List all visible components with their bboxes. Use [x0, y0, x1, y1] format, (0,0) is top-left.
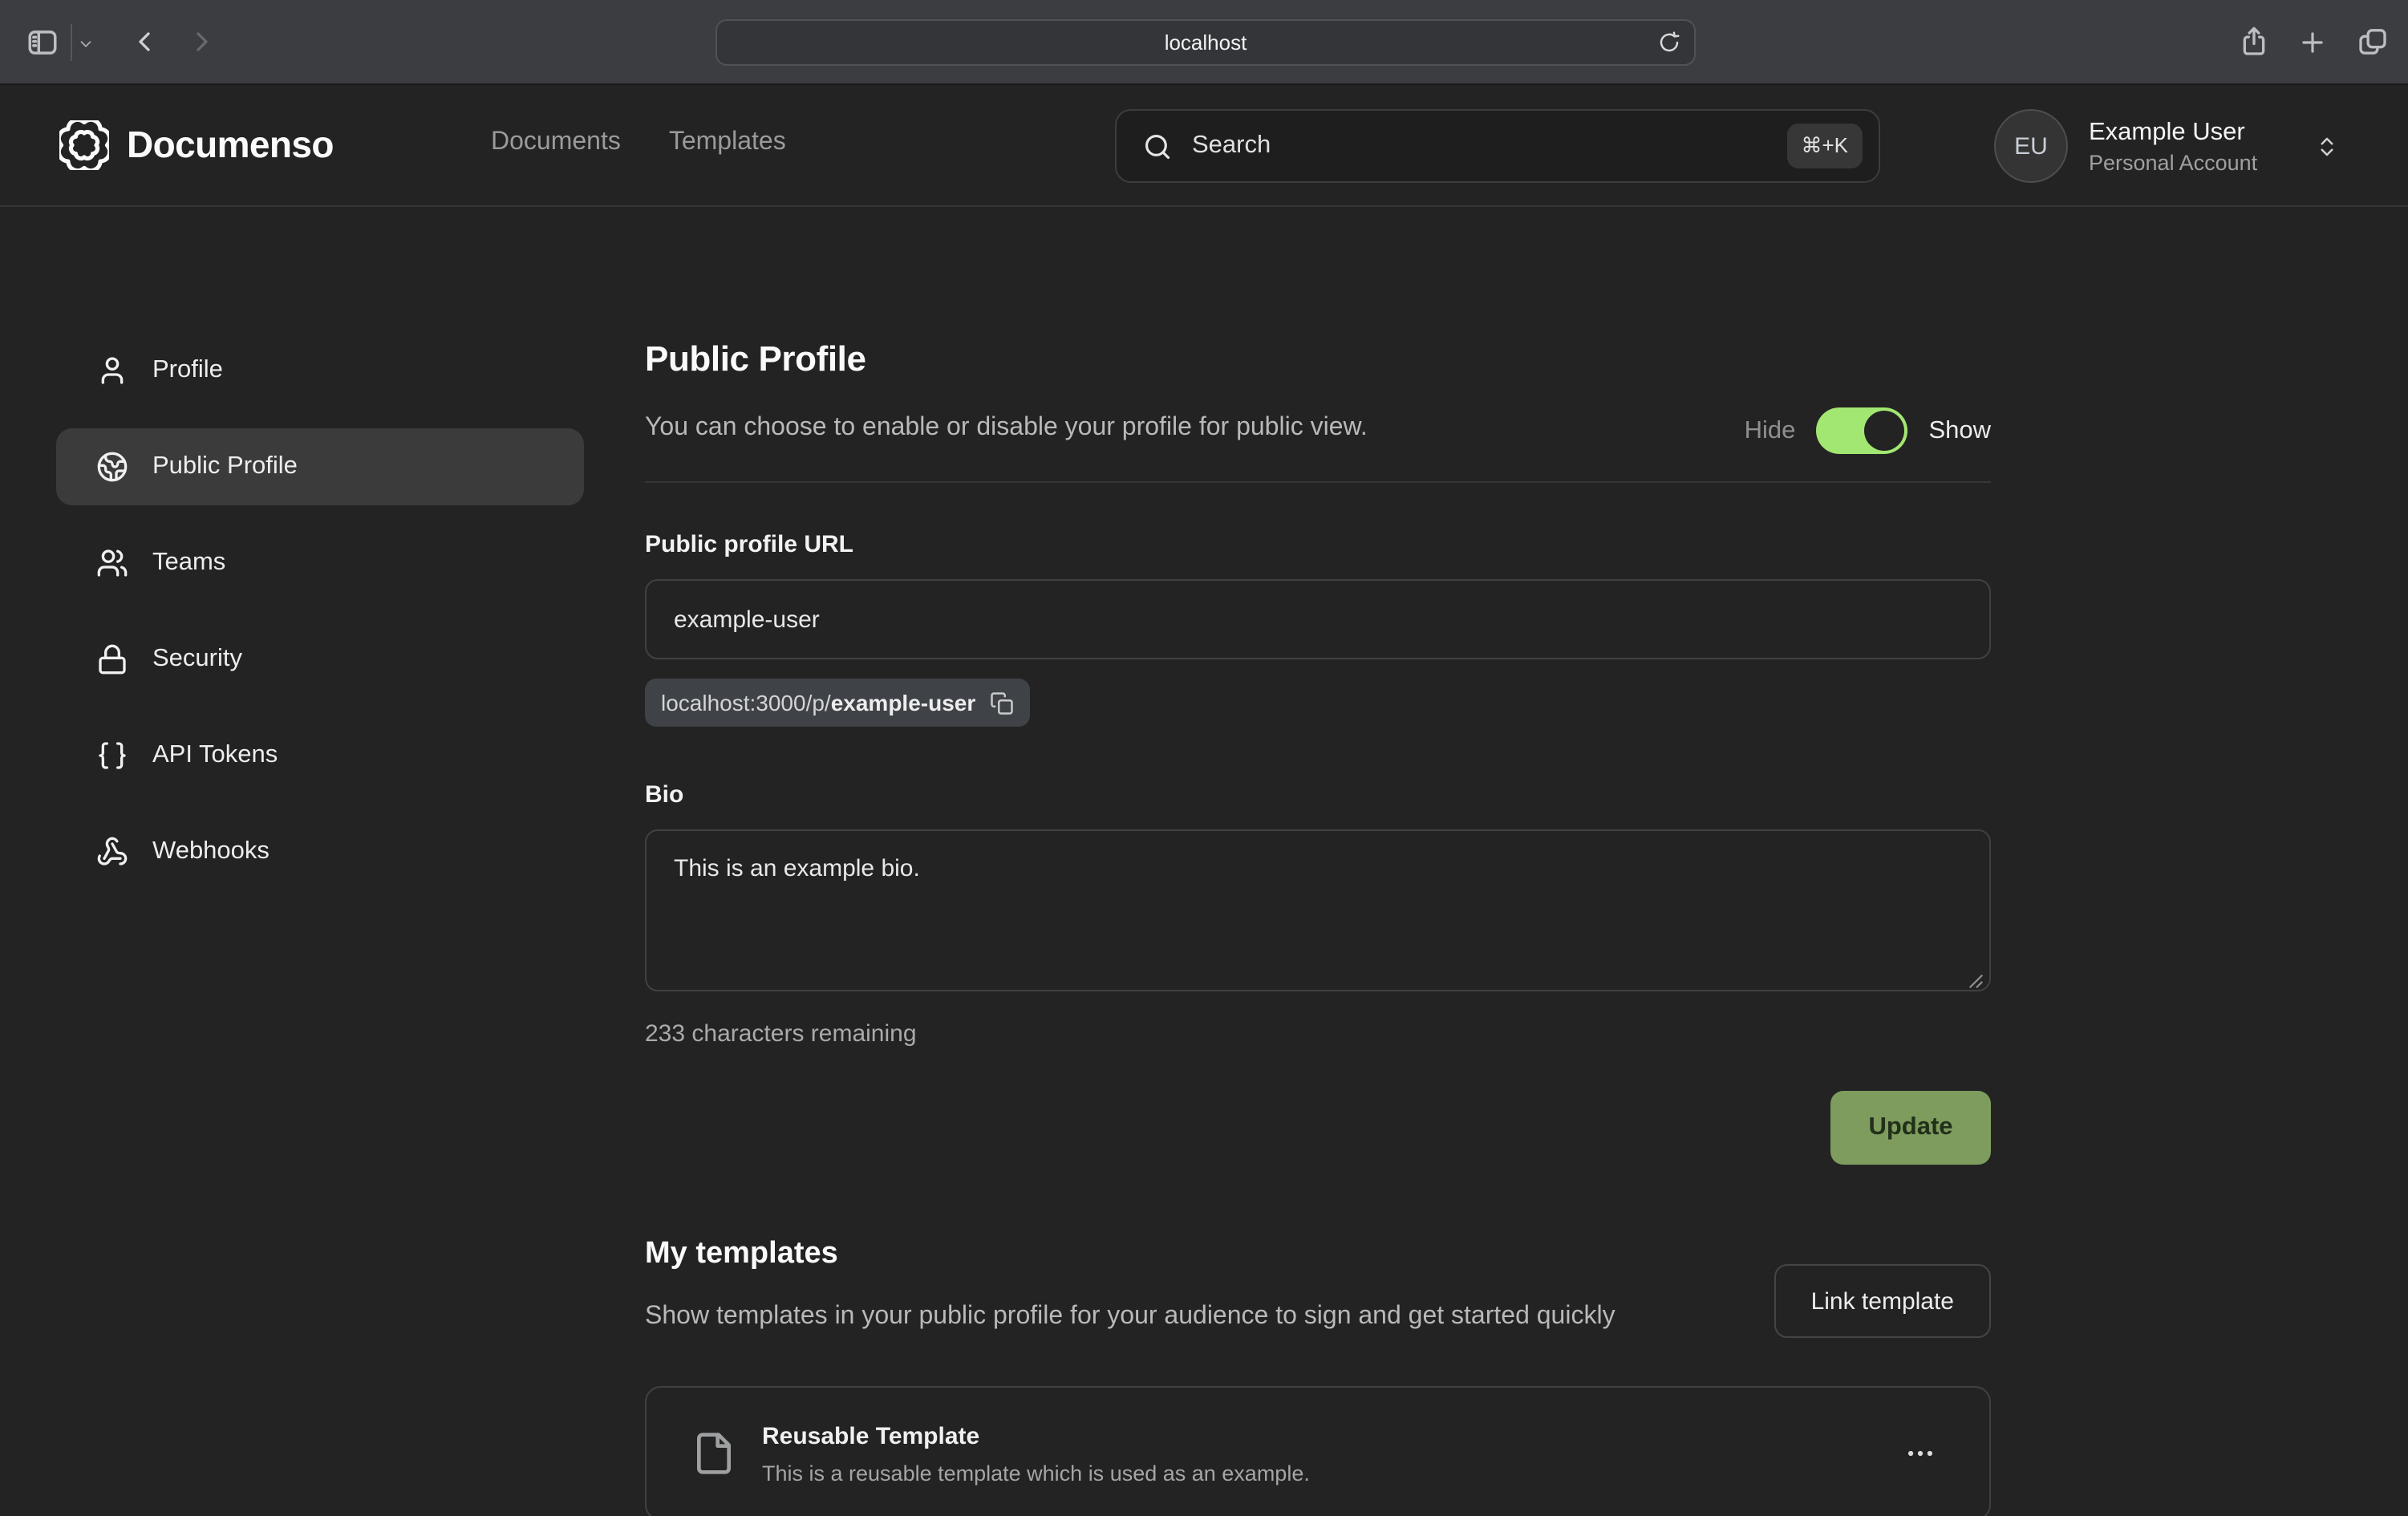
sidebar-item-label: API Tokens — [152, 741, 278, 770]
characters-remaining: 233 characters remaining — [645, 1020, 1991, 1048]
sidebar-item-webhooks[interactable]: Webhooks — [56, 813, 584, 890]
template-card-texts: Reusable Template This is a reusable tem… — [762, 1421, 1896, 1486]
bio-textarea[interactable]: This is an example bio. — [645, 829, 1991, 991]
brand-name: Documenso — [127, 124, 334, 167]
toggle-hide-label: Hide — [1745, 416, 1796, 445]
divider — [645, 481, 1991, 483]
documenso-logo-icon — [59, 120, 109, 170]
sidebar-item-label: Webhooks — [152, 837, 270, 866]
profile-url-preview-text: localhost:3000/p/example-user — [661, 690, 975, 715]
profile-url-preview: localhost:3000/p/example-user — [645, 679, 1030, 727]
toggle-show-label: Show — [1928, 416, 1991, 445]
search-input[interactable] — [1192, 132, 1786, 160]
sidebar-item-label: Security — [152, 645, 242, 674]
avatar: EU — [1994, 109, 2068, 183]
template-description: This is a reusable template which is use… — [762, 1459, 1896, 1486]
more-options-icon[interactable] — [1896, 1429, 1944, 1477]
browser-chrome: localhost — [0, 0, 2408, 85]
profile-visibility-toggle[interactable] — [1816, 407, 1907, 454]
forward-icon[interactable] — [186, 26, 218, 58]
users-icon — [96, 547, 128, 579]
sidebar-toggle-icon[interactable] — [26, 26, 59, 59]
webhook-icon — [96, 836, 128, 868]
visibility-control: Hide Show — [1745, 407, 1991, 454]
app-window: Documenso Documents Templates ⌘+K EU Exa… — [0, 85, 2408, 1516]
account-switcher[interactable]: EU Example User Personal Account — [1994, 109, 2339, 183]
brand[interactable]: Documenso — [59, 120, 334, 170]
tabs-overview-icon[interactable] — [2357, 26, 2389, 58]
reload-icon[interactable] — [1657, 30, 1681, 55]
back-icon[interactable] — [128, 26, 160, 58]
profile-url-label: Public profile URL — [645, 531, 1991, 560]
address-bar[interactable]: localhost — [716, 19, 1696, 66]
file-icon — [691, 1431, 736, 1476]
template-card[interactable]: Reusable Template This is a reusable tem… — [645, 1386, 1991, 1516]
nav-templates[interactable]: Templates — [669, 128, 786, 157]
screen: localhost Documenso — [0, 0, 2408, 1516]
lock-icon — [96, 643, 128, 675]
search-icon — [1142, 131, 1173, 161]
account-texts: Example User Personal Account — [2089, 116, 2301, 176]
address-bar-url: localhost — [1165, 30, 1247, 55]
section-header: Public Profile You can choose to enable … — [645, 337, 1991, 446]
sidebar-item-label: Profile — [152, 356, 223, 385]
sidebar-item-public-profile[interactable]: Public Profile — [56, 428, 584, 505]
toggle-knob — [1864, 411, 1904, 451]
sidebar-item-label: Teams — [152, 549, 225, 578]
link-template-button[interactable]: Link template — [1774, 1264, 1991, 1338]
account-type: Personal Account — [2089, 148, 2301, 176]
braces-icon — [96, 740, 128, 772]
copy-icon[interactable] — [990, 691, 1014, 715]
my-templates-header: My templates Show templates in your publ… — [645, 1235, 1991, 1338]
chevrons-up-down-icon — [2315, 134, 2339, 158]
my-templates-title: My templates — [645, 1235, 1615, 1274]
bio-label: Bio — [645, 781, 1991, 810]
sidebar-item-label: Public Profile — [152, 452, 298, 481]
chrome-divider — [71, 24, 72, 61]
search-box[interactable]: ⌘+K — [1115, 109, 1880, 183]
globe-icon — [96, 451, 128, 483]
nav-documents[interactable]: Documents — [491, 128, 621, 157]
template-title: Reusable Template — [762, 1421, 1896, 1451]
new-tab-icon[interactable] — [2297, 27, 2328, 58]
public-profile-settings: Public Profile You can choose to enable … — [645, 292, 1991, 1516]
resize-handle-icon[interactable] — [1967, 972, 1984, 990]
bio-field-wrap: This is an example bio. — [645, 829, 1991, 999]
top-nav: Documents Templates — [491, 128, 786, 157]
page-title: Public Profile — [645, 337, 1991, 382]
sidebar-item-profile[interactable]: Profile — [56, 332, 584, 409]
my-templates-texts: My templates Show templates in your publ… — [645, 1235, 1615, 1338]
sidebar-item-api-tokens[interactable]: API Tokens — [56, 717, 584, 794]
chevron-down-icon[interactable] — [77, 35, 95, 53]
profile-url-input[interactable] — [645, 579, 1991, 659]
update-button[interactable]: Update — [1830, 1091, 1991, 1165]
sidebar-item-security[interactable]: Security — [56, 621, 584, 698]
update-row: Update — [645, 1091, 1991, 1165]
search-shortcut-badge: ⌘+K — [1786, 124, 1863, 168]
sidebar-item-teams[interactable]: Teams — [56, 525, 584, 602]
my-templates-description: Show templates in your public profile fo… — [645, 1296, 1615, 1337]
user-icon — [96, 355, 128, 387]
settings-sidebar: Profile Public Profile Teams Security — [56, 332, 584, 890]
account-name: Example User — [2089, 116, 2301, 148]
share-icon[interactable] — [2238, 24, 2270, 59]
app-header: Documenso Documents Templates ⌘+K EU Exa… — [0, 85, 2408, 207]
